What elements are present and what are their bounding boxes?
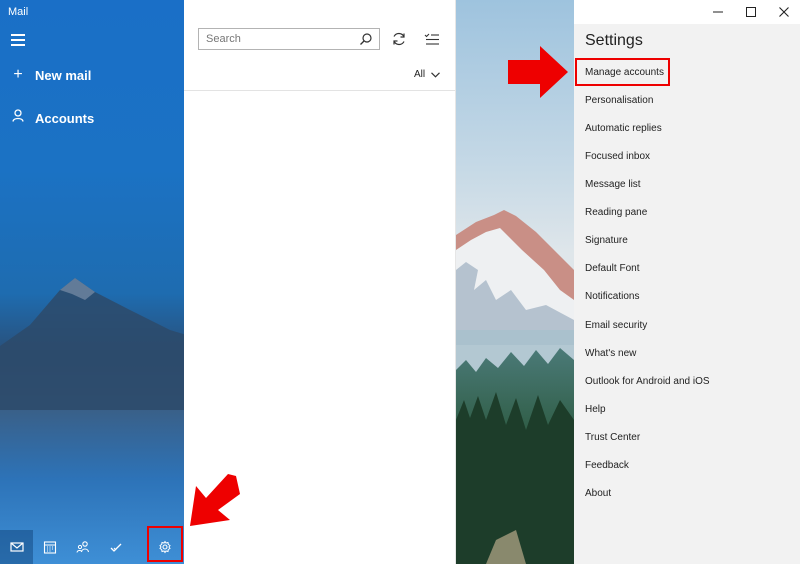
hamburger-menu-icon[interactable] — [11, 34, 25, 46]
settings-item-trust-center[interactable]: Trust Center — [585, 432, 640, 443]
minimize-button[interactable] — [701, 0, 734, 24]
todo-icon — [110, 543, 121, 552]
search-icon[interactable] — [359, 32, 373, 46]
settings-item-email-security[interactable]: Email security — [585, 320, 647, 331]
sidebar-background-mountain — [0, 278, 184, 410]
todo-switch-button[interactable] — [99, 530, 132, 564]
settings-item-about[interactable]: About — [585, 488, 611, 499]
manage-accounts-highlight — [575, 58, 670, 86]
new-mail-label: New mail — [35, 67, 92, 83]
mail-icon — [9, 542, 24, 552]
people-icon — [76, 541, 89, 553]
minimize-icon — [712, 11, 723, 13]
settings-item-automatic-replies[interactable]: Automatic replies — [585, 123, 662, 134]
accounts-label: Accounts — [35, 110, 95, 126]
settings-item-signature[interactable]: Signature — [585, 235, 628, 246]
search-box[interactable] — [198, 28, 380, 50]
person-icon — [11, 109, 25, 127]
settings-item-outlook-mobile[interactable]: Outlook for Android and iOS — [585, 376, 710, 387]
maximize-button[interactable] — [734, 0, 767, 24]
calendar-switch-button[interactable] — [33, 530, 66, 564]
app-title: Mail — [8, 6, 29, 18]
new-mail-button[interactable]: + New mail — [11, 66, 91, 84]
close-icon — [778, 7, 789, 17]
plus-icon: + — [13, 66, 23, 83]
settings-item-notifications[interactable]: Notifications — [585, 291, 639, 302]
people-switch-button[interactable] — [66, 530, 99, 564]
settings-item-reading-pane[interactable]: Reading pane — [585, 207, 647, 218]
filter-dropdown[interactable]: All — [414, 69, 441, 80]
accounts-button[interactable]: Accounts — [11, 109, 94, 127]
settings-item-feedback[interactable]: Feedback — [585, 460, 629, 471]
settings-button-highlight — [147, 526, 183, 562]
settings-panel: Settings Manage accounts Personalisation… — [574, 24, 800, 564]
settings-item-whats-new[interactable]: What's new — [585, 348, 636, 359]
search-input[interactable] — [206, 33, 346, 45]
arrow-right-icon — [508, 46, 568, 98]
chevron-down-icon — [431, 71, 441, 78]
mail-switch-button[interactable] — [0, 530, 33, 564]
settings-item-help[interactable]: Help — [585, 404, 606, 415]
settings-item-message-list[interactable]: Message list — [585, 179, 641, 190]
window-controls — [701, 0, 800, 24]
sidebar: Mail + New mail Accounts — [0, 0, 184, 564]
settings-item-default-font[interactable]: Default Font — [585, 263, 639, 274]
list-divider — [184, 90, 455, 91]
settings-item-focused-inbox[interactable]: Focused inbox — [585, 151, 650, 162]
settings-item-personalisation[interactable]: Personalisation — [585, 95, 653, 106]
arrow-down-left-icon — [190, 474, 240, 526]
maximize-icon — [745, 7, 756, 17]
close-button[interactable] — [767, 0, 800, 24]
filter-label: All — [414, 69, 426, 80]
calendar-icon — [43, 541, 56, 554]
settings-title: Settings — [585, 32, 643, 49]
sync-icon[interactable] — [391, 31, 407, 47]
selection-mode-icon[interactable] — [424, 32, 440, 46]
